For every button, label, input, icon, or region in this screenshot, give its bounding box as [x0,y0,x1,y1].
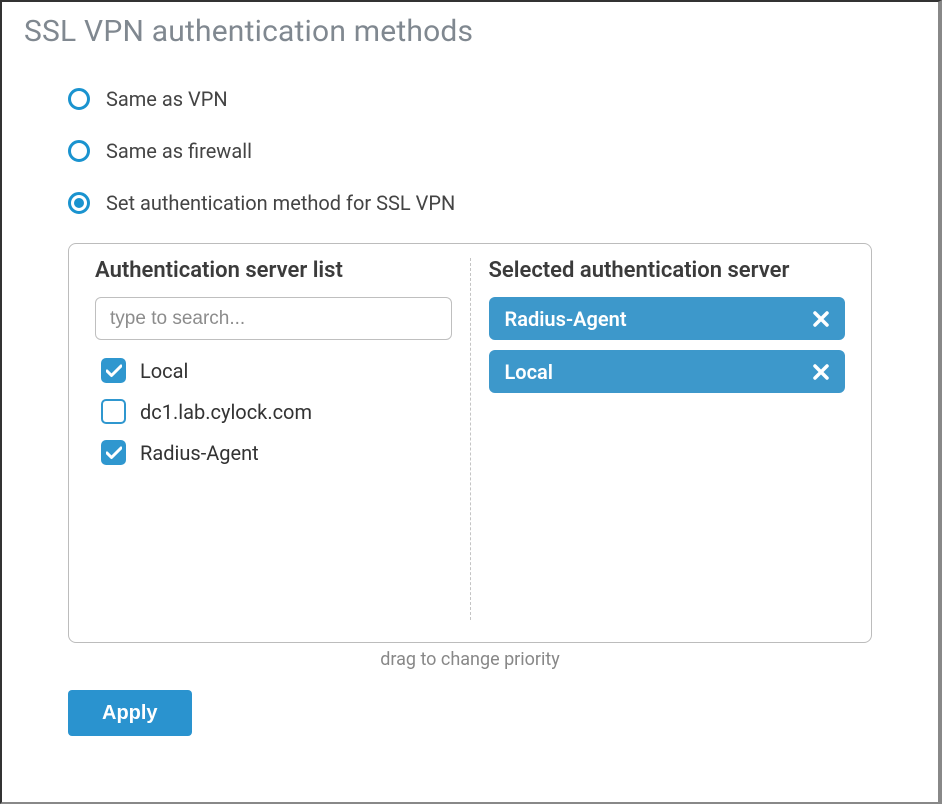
server-label: Radius-Agent [140,441,259,465]
selected-server-label: Local [505,360,554,384]
selected-server-label: Radius-Agent [505,307,627,331]
remove-button[interactable] [813,364,829,380]
radio-icon [68,192,90,214]
apply-button[interactable]: Apply [68,690,192,736]
close-icon [813,364,829,380]
checkbox-icon [101,358,126,383]
server-item-dc1[interactable]: dc1.lab.cylock.com [95,391,452,432]
auth-method-radio-group: Same as VPN Same as firewall Set authent… [68,87,872,215]
close-icon [813,311,829,327]
page-title: SSL VPN authentication methods [2,2,938,57]
selected-server-radius[interactable]: Radius-Agent [489,297,846,340]
remove-button[interactable] [813,311,829,327]
checkbox-icon [101,399,126,424]
auth-server-panel: Authentication server list Local dc1.lab… [68,243,872,643]
server-label: Local [140,359,188,383]
server-label: dc1.lab.cylock.com [140,400,312,424]
radio-icon [68,140,90,162]
selected-servers-column: Selected authentication server Radius-Ag… [470,258,850,620]
server-item-radius[interactable]: Radius-Agent [95,432,452,473]
available-servers-column: Authentication server list Local dc1.lab… [91,258,470,620]
checkbox-icon [101,440,126,465]
available-heading: Authentication server list [95,258,452,283]
search-input[interactable] [95,297,452,340]
radio-label: Same as firewall [106,139,252,163]
server-item-local[interactable]: Local [95,350,452,391]
radio-label: Set authentication method for SSL VPN [106,191,455,215]
radio-icon [68,88,90,110]
selected-server-local[interactable]: Local [489,350,846,393]
radio-same-as-vpn[interactable]: Same as VPN [68,87,872,111]
radio-same-as-firewall[interactable]: Same as firewall [68,139,872,163]
radio-set-auth-sslvpn[interactable]: Set authentication method for SSL VPN [68,191,872,215]
priority-hint: drag to change priority [68,649,872,670]
radio-label: Same as VPN [106,87,228,111]
selected-heading: Selected authentication server [489,258,846,283]
